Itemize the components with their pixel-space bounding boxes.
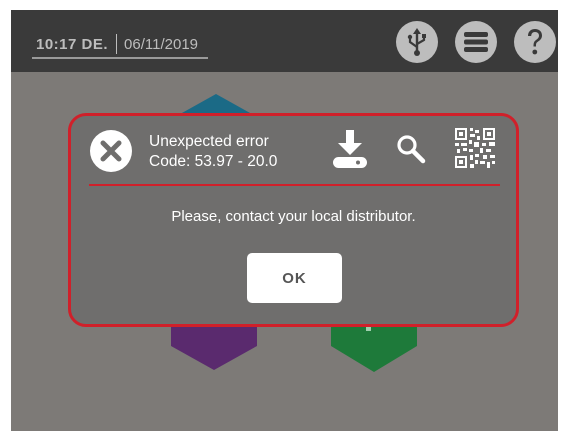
clock-date: 06/11/2019: [124, 35, 199, 53]
error-code: Code: 53.97 - 20.0: [149, 153, 278, 170]
clock-time: 10:17 DE.: [36, 35, 109, 53]
error-dialog: Unexpected error Code: 53.97 - 20.0 Plea…: [68, 113, 519, 327]
help-icon: [528, 29, 542, 55]
menu-button[interactable]: [455, 21, 497, 63]
download-icon: [333, 130, 367, 168]
dialog-divider: [89, 184, 500, 186]
menu-icon: [464, 32, 488, 52]
qr-code-button[interactable]: [455, 128, 495, 173]
error-message: Please, contact your local distributor.: [171, 208, 416, 225]
qr-code-icon: [455, 128, 495, 168]
top-bar: 10:17 DE. 06/11/2019: [11, 10, 558, 72]
error-title: Unexpected error: [149, 133, 269, 150]
device-screen: 10:17 DE. 06/11/2019 Unexpected error Co…: [11, 10, 558, 431]
search-icon: [397, 135, 426, 164]
error-icon: [100, 140, 122, 162]
ok-button[interactable]: OK: [247, 253, 342, 303]
usb-icon: [407, 28, 426, 56]
download-button[interactable]: [331, 130, 369, 175]
search-button[interactable]: [396, 134, 426, 169]
help-button[interactable]: [514, 21, 556, 63]
error-badge: [90, 130, 132, 172]
clock-display: 10:17 DE. 06/11/2019: [32, 31, 209, 59]
error-header: Unexpected error Code: 53.97 - 20.0: [149, 132, 277, 172]
usb-button[interactable]: [396, 21, 438, 63]
